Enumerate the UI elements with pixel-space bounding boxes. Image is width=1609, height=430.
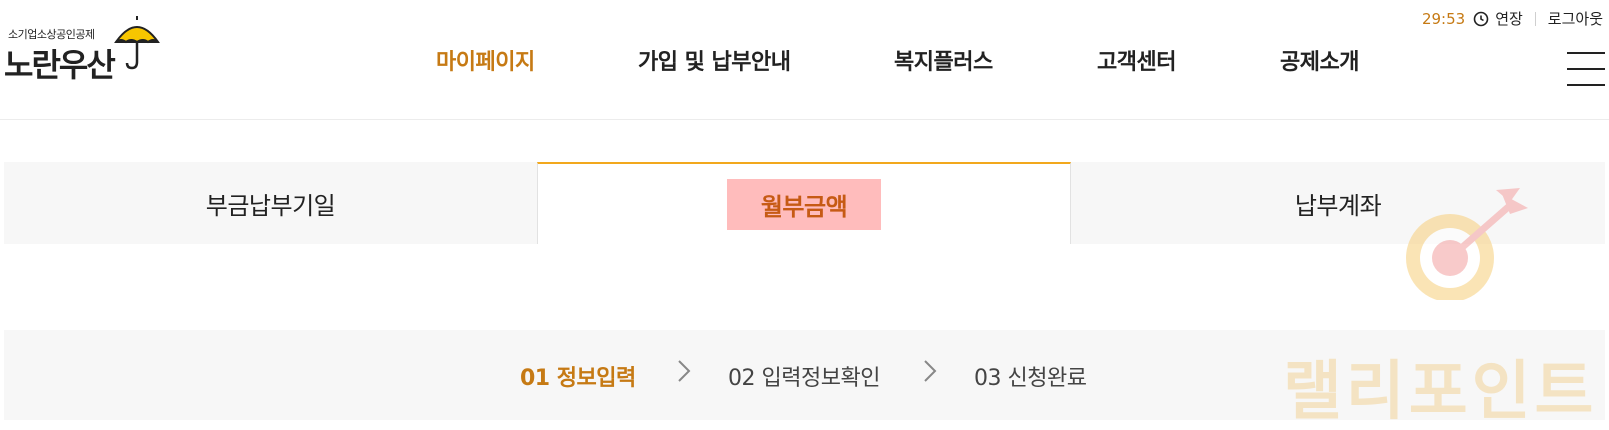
- target-arrow-icon: [1406, 188, 1528, 300]
- clock-icon: [1473, 11, 1489, 26]
- watermark-text: 랠리포인트: [1283, 355, 1598, 429]
- divider: [1534, 11, 1536, 26]
- step-3: 03 신청완료: [974, 366, 1087, 391]
- nav-item-about[interactable]: 공제소개: [1280, 44, 1359, 76]
- sub-tabs: 부금납부기일 월부금액 납부계좌: [4, 162, 1605, 244]
- nav-item-join-payment[interactable]: 가입 및 납부안내: [638, 44, 791, 76]
- step-2: 02 입력정보확인: [728, 366, 880, 391]
- session-timer: 29:53: [1421, 9, 1466, 28]
- session-bar: 29:53 연장 로그아웃: [1422, 8, 1603, 29]
- tab-label: 부금납부기일: [205, 191, 336, 220]
- nav-item-mypage[interactable]: 마이페이지: [436, 44, 535, 76]
- chevron-right-icon: [678, 360, 691, 382]
- logout-button[interactable]: 로그아웃: [1548, 8, 1603, 29]
- tab-payment-date[interactable]: 부금납부기일: [4, 162, 537, 244]
- hamburger-menu-icon[interactable]: [1567, 52, 1605, 86]
- step-1: 01 정보입력: [520, 366, 636, 391]
- chevron-right-icon: [924, 360, 937, 382]
- extend-session-button[interactable]: 연장: [1495, 8, 1523, 29]
- site-header: 소기업소상공인공제 노란우산 마이페이지 가입 및 납부안내 복지플러스 고객센…: [0, 0, 1609, 120]
- nav-item-welfare-plus[interactable]: 복지플러스: [894, 44, 993, 76]
- tab-monthly-amount[interactable]: 월부금액: [537, 162, 1071, 244]
- global-nav: 마이페이지 가입 및 납부안내 복지플러스 고객센터 공제소개: [0, 44, 1609, 80]
- tab-label: 납부계좌: [1294, 191, 1382, 220]
- nav-item-customer-center[interactable]: 고객센터: [1097, 44, 1176, 76]
- tab-label: 월부금액: [726, 178, 882, 230]
